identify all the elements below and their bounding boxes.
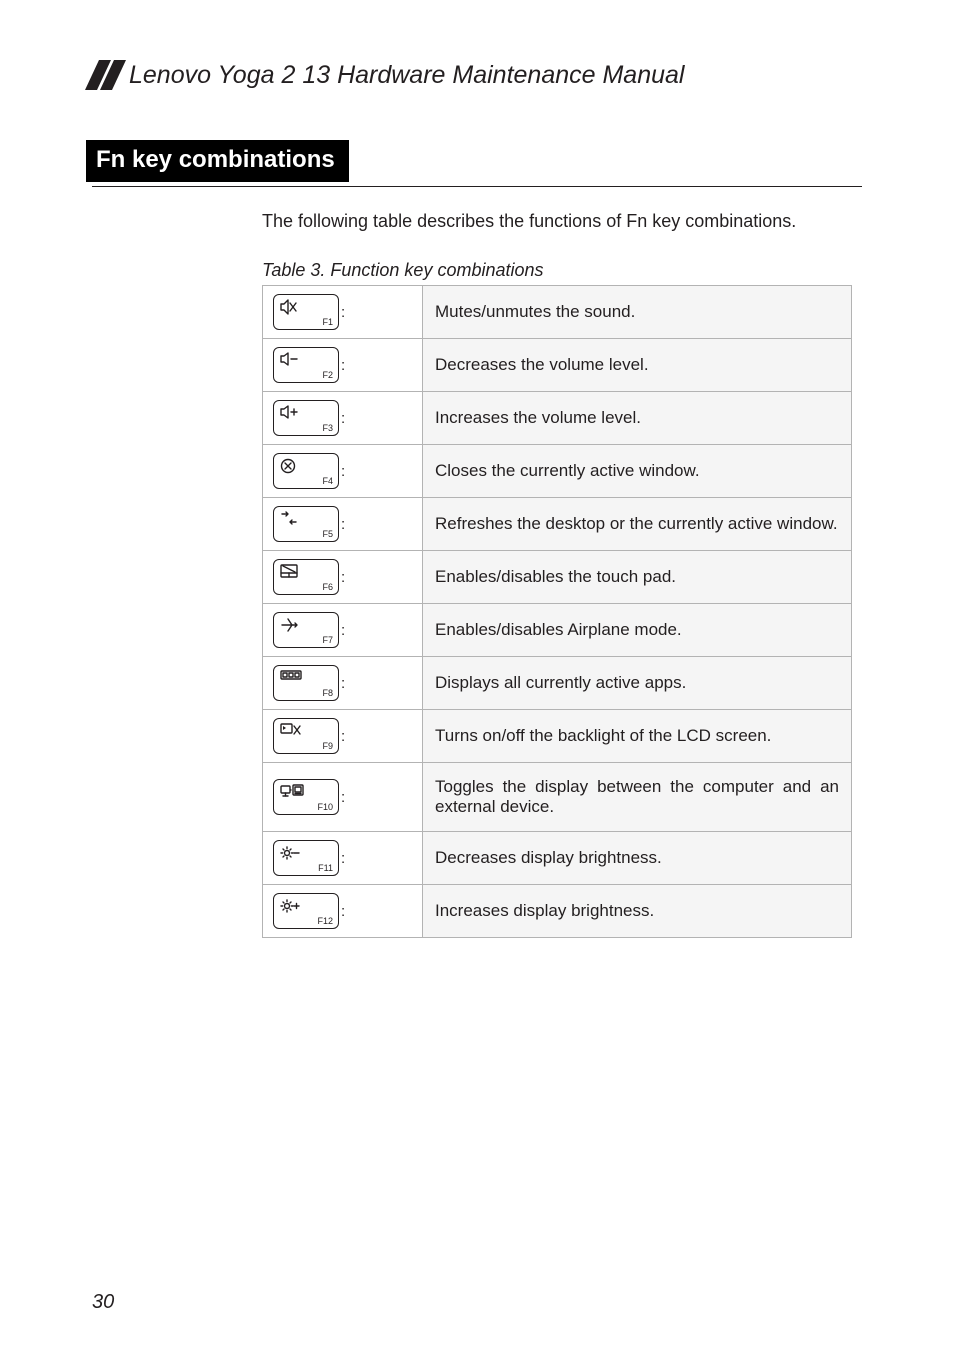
colon: :: [341, 728, 345, 745]
apps-icon: [280, 670, 302, 680]
description-cell: Closes the currently active window.: [423, 445, 852, 498]
brightness-up-icon: [280, 898, 300, 914]
colon: :: [341, 516, 345, 533]
key-cell: F7:: [263, 604, 423, 657]
description-cell: Refreshes the desktop or the currently a…: [423, 498, 852, 551]
description-cell: Displays all currently active apps.: [423, 657, 852, 710]
colon: :: [341, 903, 345, 920]
keycap-label: F3: [322, 423, 333, 433]
keycap-label: F10: [317, 802, 333, 812]
section-rule: [92, 186, 862, 187]
table-row: F7:Enables/disables Airplane mode.: [263, 604, 852, 657]
description-cell: Decreases the volume level.: [423, 339, 852, 392]
keycap-label: F4: [322, 476, 333, 486]
backlight-off-icon: [280, 723, 302, 737]
refresh-icon: [280, 511, 298, 525]
description-cell: Toggles the display between the computer…: [423, 763, 852, 832]
colon: :: [341, 622, 345, 639]
key-cell: F5:: [263, 498, 423, 551]
colon: :: [341, 410, 345, 427]
close-window-icon: [280, 458, 296, 474]
keycap: F7: [273, 612, 339, 648]
keycap: F8: [273, 665, 339, 701]
table-row: F6:Enables/disables the touch pad.: [263, 551, 852, 604]
colon: :: [341, 357, 345, 374]
table-row: F10:Toggles the display between the comp…: [263, 763, 852, 832]
key-cell: F11:: [263, 832, 423, 885]
keycap: F4: [273, 453, 339, 489]
display-toggle-icon: [280, 784, 304, 798]
key-cell: F9:: [263, 710, 423, 763]
keycap: F12: [273, 893, 339, 929]
keycap: F11: [273, 840, 339, 876]
key-cell: F3:: [263, 392, 423, 445]
brightness-down-icon: [280, 845, 300, 861]
key-cell: F4:: [263, 445, 423, 498]
description-cell: Mutes/unmutes the sound.: [423, 286, 852, 339]
volume-up-icon: [280, 405, 300, 419]
table-row: F1:Mutes/unmutes the sound.: [263, 286, 852, 339]
keycap-label: F8: [322, 688, 333, 698]
section-title: Fn key combinations: [86, 140, 349, 182]
doc-header: Lenovo Yoga 2 13 Hardware Maintenance Ma…: [92, 60, 862, 90]
key-cell: F6:: [263, 551, 423, 604]
keycap: F3: [273, 400, 339, 436]
slashes-logo-icon: [92, 60, 119, 90]
keycap-label: F11: [318, 863, 333, 873]
key-cell: F2:: [263, 339, 423, 392]
table-row: F8:Displays all currently active apps.: [263, 657, 852, 710]
fn-key-table: F1:Mutes/unmutes the sound.F2:Decreases …: [262, 285, 852, 938]
doc-title: Lenovo Yoga 2 13 Hardware Maintenance Ma…: [129, 61, 684, 90]
section-intro: The following table describes the functi…: [262, 211, 862, 232]
keycap-label: F1: [322, 317, 333, 327]
keycap: F1: [273, 294, 339, 330]
mute-icon: [280, 299, 298, 315]
table-row: F4:Closes the currently active window.: [263, 445, 852, 498]
airplane-icon: [280, 617, 298, 633]
page-number: 30: [92, 1291, 114, 1314]
table-row: F9:Turns on/off the backlight of the LCD…: [263, 710, 852, 763]
keycap-label: F12: [317, 916, 333, 926]
key-cell: F1:: [263, 286, 423, 339]
table-row: F2:Decreases the volume level.: [263, 339, 852, 392]
table-row: F12:Increases display brightness.: [263, 885, 852, 938]
keycap-label: F2: [322, 370, 333, 380]
keycap: F9: [273, 718, 339, 754]
colon: :: [341, 789, 345, 806]
colon: :: [341, 304, 345, 321]
description-cell: Enables/disables Airplane mode.: [423, 604, 852, 657]
colon: :: [341, 569, 345, 586]
volume-down-icon: [280, 352, 300, 366]
keycap-label: F7: [322, 635, 333, 645]
description-cell: Increases the volume level.: [423, 392, 852, 445]
key-cell: F10:: [263, 763, 423, 832]
keycap: F5: [273, 506, 339, 542]
keycap: F10: [273, 779, 339, 815]
keycap-label: F5: [322, 529, 333, 539]
table-caption: Table 3. Function key combinations: [262, 260, 862, 281]
table-row: F11:Decreases display brightness.: [263, 832, 852, 885]
keycap: F2: [273, 347, 339, 383]
description-cell: Enables/disables the touch pad.: [423, 551, 852, 604]
keycap: F6: [273, 559, 339, 595]
description-cell: Increases display brightness.: [423, 885, 852, 938]
key-cell: F8:: [263, 657, 423, 710]
keycap-label: F6: [322, 582, 333, 592]
table-row: F5:Refreshes the desktop or the currentl…: [263, 498, 852, 551]
touchpad-icon: [280, 564, 298, 578]
colon: :: [341, 675, 345, 692]
description-cell: Decreases display brightness.: [423, 832, 852, 885]
colon: :: [341, 850, 345, 867]
keycap-label: F9: [322, 741, 333, 751]
key-cell: F12:: [263, 885, 423, 938]
description-cell: Turns on/off the backlight of the LCD sc…: [423, 710, 852, 763]
table-row: F3:Increases the volume level.: [263, 392, 852, 445]
colon: :: [341, 463, 345, 480]
